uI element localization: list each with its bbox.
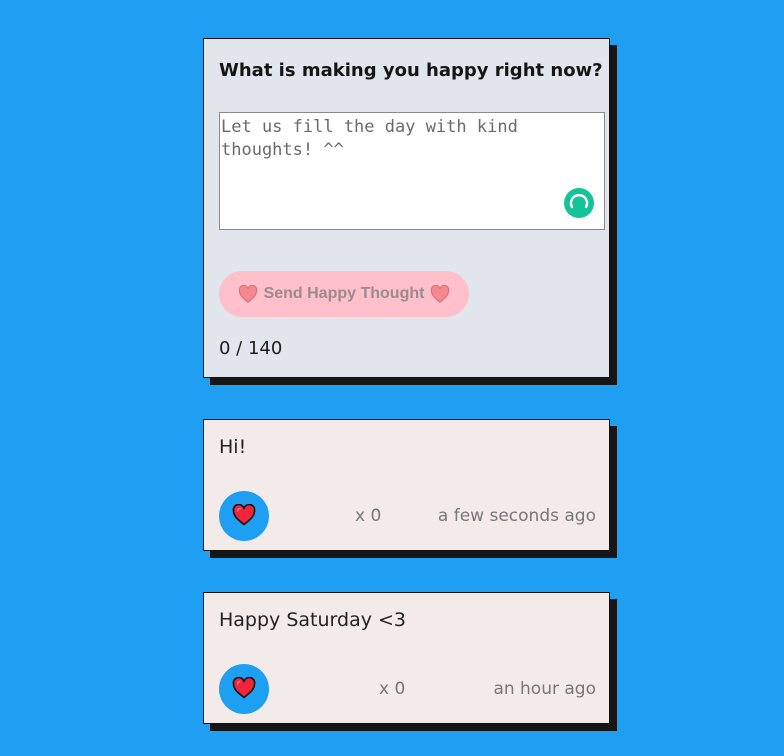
happy-thought-form: What is making you happy right now? Send… — [203, 38, 610, 378]
send-button-label: Send Happy Thought — [263, 285, 425, 302]
heart-icon — [430, 285, 450, 303]
send-happy-thought-button[interactable]: Send Happy Thought — [219, 271, 469, 317]
thought-message: Happy Saturday <3 — [219, 609, 407, 631]
grammar-assistant-icon[interactable] — [564, 188, 594, 218]
thought-textarea-wrapper — [219, 112, 605, 230]
heart-icon — [232, 676, 256, 702]
character-counter: 0 / 140 — [219, 338, 283, 359]
like-count: x 0 — [355, 506, 382, 526]
timestamp: a few seconds ago — [437, 506, 596, 526]
timestamp: an hour ago — [493, 679, 596, 699]
thought-card: Hi! x 0 a few seconds ago — [203, 419, 610, 551]
heart-icon — [232, 503, 256, 529]
thought-message: Hi! — [219, 436, 247, 458]
like-button[interactable] — [219, 491, 269, 541]
like-count: x 0 — [379, 679, 406, 699]
heart-icon — [238, 285, 258, 303]
like-button[interactable] — [219, 664, 269, 714]
thought-card: Happy Saturday <3 x 0 an hour ago — [203, 592, 610, 724]
form-title: What is making you happy right now? — [219, 60, 603, 81]
thought-textarea[interactable] — [220, 113, 604, 229]
